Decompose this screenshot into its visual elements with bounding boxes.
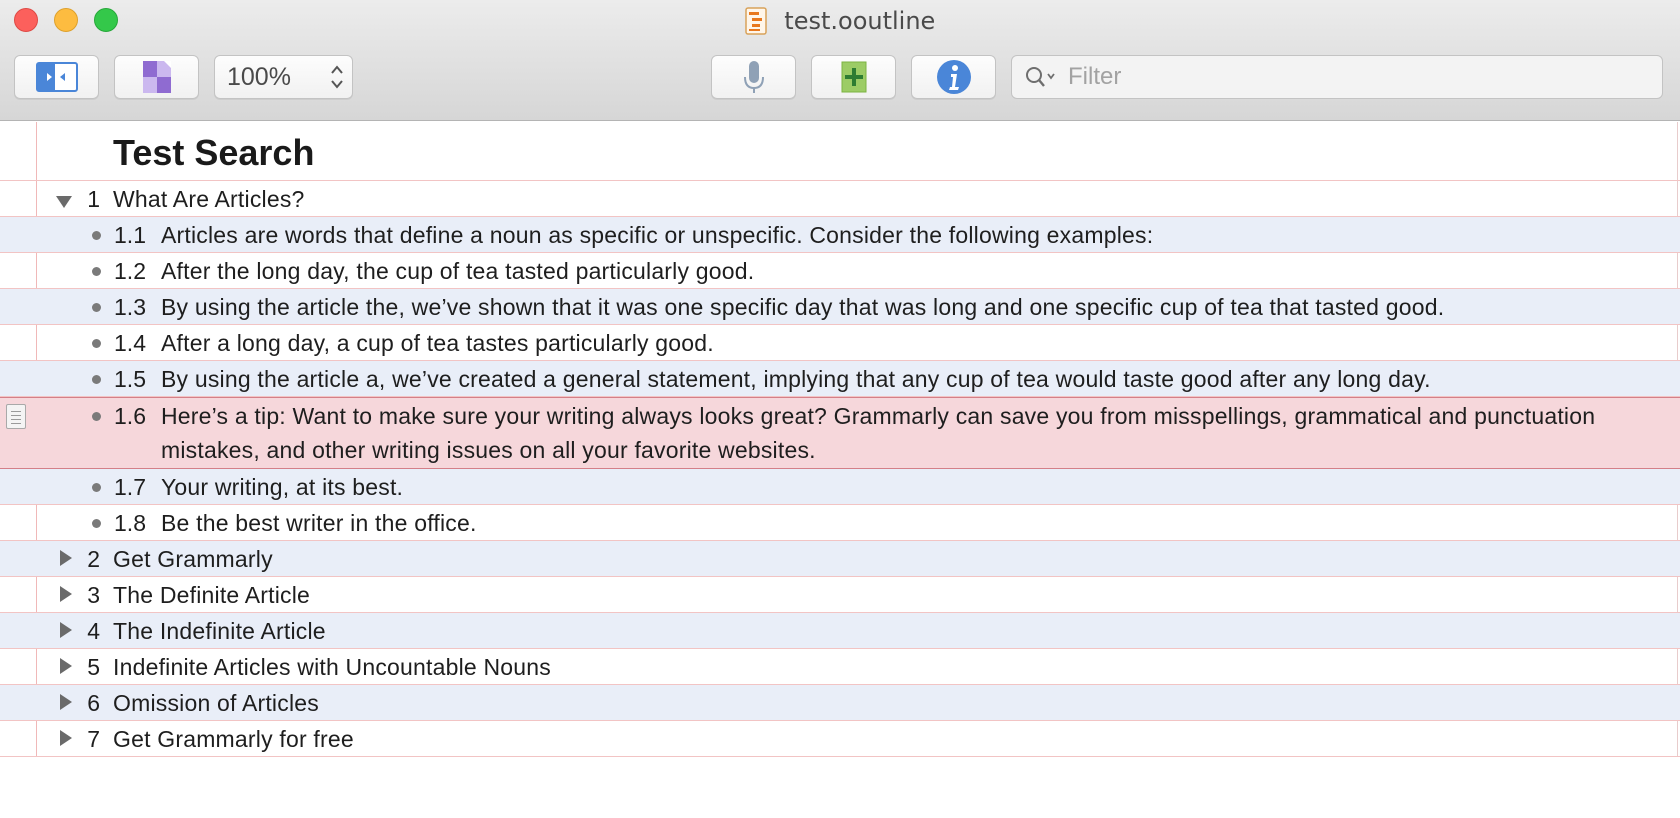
outline-view[interactable]: Test Search 1 What Are Articles? 1.1 Articl… (0, 122, 1680, 818)
outline-row[interactable]: 1.7 Your writing, at its best. (0, 469, 1680, 505)
outline-row[interactable]: 7 Get Grammarly for free (0, 721, 1680, 757)
outline-row[interactable]: 1.4 After a long day, a cup of tea tastes… (0, 325, 1680, 361)
disclosure-expanded-icon[interactable] (56, 196, 72, 208)
row-bullet-icon[interactable] (92, 339, 101, 348)
filter-field[interactable] (1011, 55, 1663, 99)
document-title[interactable]: Test Search (113, 132, 314, 174)
row-text[interactable]: After the long day, the cup of tea taste… (161, 254, 754, 288)
window-title-area: test.ooutline (0, 3, 1680, 39)
outline-document-icon (744, 7, 767, 35)
row-bullet-icon[interactable] (92, 231, 101, 240)
row-number: 1.2 (114, 258, 146, 284)
row-number: 7 (87, 726, 100, 752)
outline-row[interactable]: 6 Omission of Articles (0, 685, 1680, 721)
disclosure-collapsed-icon[interactable] (60, 586, 72, 602)
stepper-arrows-icon[interactable] (330, 63, 344, 91)
row-number: 1 (87, 186, 100, 212)
outline-row[interactable]: 3 The Definite Article (0, 577, 1680, 613)
row-number: 1.1 (114, 222, 146, 248)
row-text[interactable]: Omission of Articles (113, 686, 319, 720)
row-text[interactable]: Be the best writer in the office. (161, 506, 477, 540)
row-text[interactable]: Get Grammarly (113, 542, 273, 576)
outline-row[interactable]: 1.6 Here’s a tip: Want to make sure your … (0, 397, 1680, 469)
row-number: 1.7 (114, 474, 146, 500)
row-bullet-icon[interactable] (92, 267, 101, 276)
voice-dictation-button[interactable] (711, 55, 796, 99)
disclosure-collapsed-icon[interactable] (60, 550, 72, 566)
add-row-button[interactable] (811, 55, 896, 99)
add-row-icon (841, 61, 866, 93)
row-bullet-icon[interactable] (92, 375, 101, 384)
app-window: test.ooutline 100% Filter Test Search 1 … (0, 0, 1680, 818)
toolbar-area: test.ooutline 100% (0, 0, 1680, 121)
row-bullet-icon[interactable] (92, 303, 101, 312)
outline-row[interactable]: 1.8 Be the best writer in the office. (0, 505, 1680, 541)
row-number: 1.8 (114, 510, 146, 536)
row-number: 5 (87, 654, 100, 680)
inspector-button[interactable] (911, 55, 996, 99)
outline-row[interactable]: 1 What Are Articles? (0, 181, 1680, 217)
row-text[interactable]: Here’s a tip: Want to make sure your wri… (161, 399, 1661, 467)
search-icon[interactable] (1024, 65, 1058, 89)
row-number: 4 (87, 618, 100, 644)
row-text[interactable]: Indefinite Articles with Uncountable Nou… (113, 650, 551, 684)
sidebar-toggle-icon (35, 62, 78, 92)
row-text[interactable]: After a long day, a cup of tea tastes pa… (161, 326, 714, 360)
outline-row[interactable]: 5 Indefinite Articles with Uncountable No… (0, 649, 1680, 685)
row-number: 1.4 (114, 330, 146, 356)
sidebar-toggle-button[interactable] (14, 55, 99, 99)
zoom-value: 100% (227, 62, 291, 91)
row-bullet-icon[interactable] (92, 412, 101, 421)
microphone-icon (743, 61, 764, 93)
zoom-stepper[interactable]: 100% (214, 55, 353, 99)
outline-row[interactable]: 2 Get Grammarly (0, 541, 1680, 577)
outline-row[interactable]: 1.3 By using the article the, we’ve shown… (0, 289, 1680, 325)
row-text[interactable]: By using the article the, we’ve shown th… (161, 290, 1444, 324)
window-title: test.ooutline (784, 7, 936, 35)
outline-row[interactable]: 1.5 By using the article a, we’ve created… (0, 361, 1680, 397)
row-bullet-icon[interactable] (92, 519, 101, 528)
row-number: 6 (87, 690, 100, 716)
disclosure-collapsed-icon[interactable] (60, 658, 72, 674)
row-text[interactable]: Your writing, at its best. (161, 470, 403, 504)
row-text[interactable]: The Indefinite Article (113, 614, 326, 648)
row-text[interactable]: Get Grammarly for free (113, 722, 354, 756)
row-text[interactable]: The Definite Article (113, 578, 310, 612)
row-number: 1.5 (114, 366, 146, 392)
disclosure-collapsed-icon[interactable] (60, 622, 72, 638)
outline-row[interactable]: 1.2 After the long day, the cup of tea ta… (0, 253, 1680, 289)
disclosure-collapsed-icon[interactable] (60, 730, 72, 746)
row-number: 1.3 (114, 294, 146, 320)
style-panel-button[interactable] (114, 55, 199, 99)
disclosure-collapsed-icon[interactable] (60, 694, 72, 710)
outline-row[interactable]: 4 The Indefinite Article (0, 613, 1680, 649)
info-icon (936, 60, 971, 94)
row-text[interactable]: Articles are words that define a noun as… (161, 218, 1153, 252)
row-bullet-icon[interactable] (92, 483, 101, 492)
row-number: 1.6 (114, 403, 146, 429)
row-text[interactable]: By using the article a, we’ve created a … (161, 362, 1431, 396)
row-number: 2 (87, 546, 100, 572)
outline-row[interactable]: 1.1 Articles are words that define a noun… (0, 217, 1680, 253)
filter-input[interactable] (1066, 62, 1630, 92)
row-number: 3 (87, 582, 100, 608)
row-text[interactable]: What Are Articles? (113, 182, 305, 216)
note-icon[interactable] (6, 404, 26, 429)
style-panel-icon (142, 61, 171, 93)
